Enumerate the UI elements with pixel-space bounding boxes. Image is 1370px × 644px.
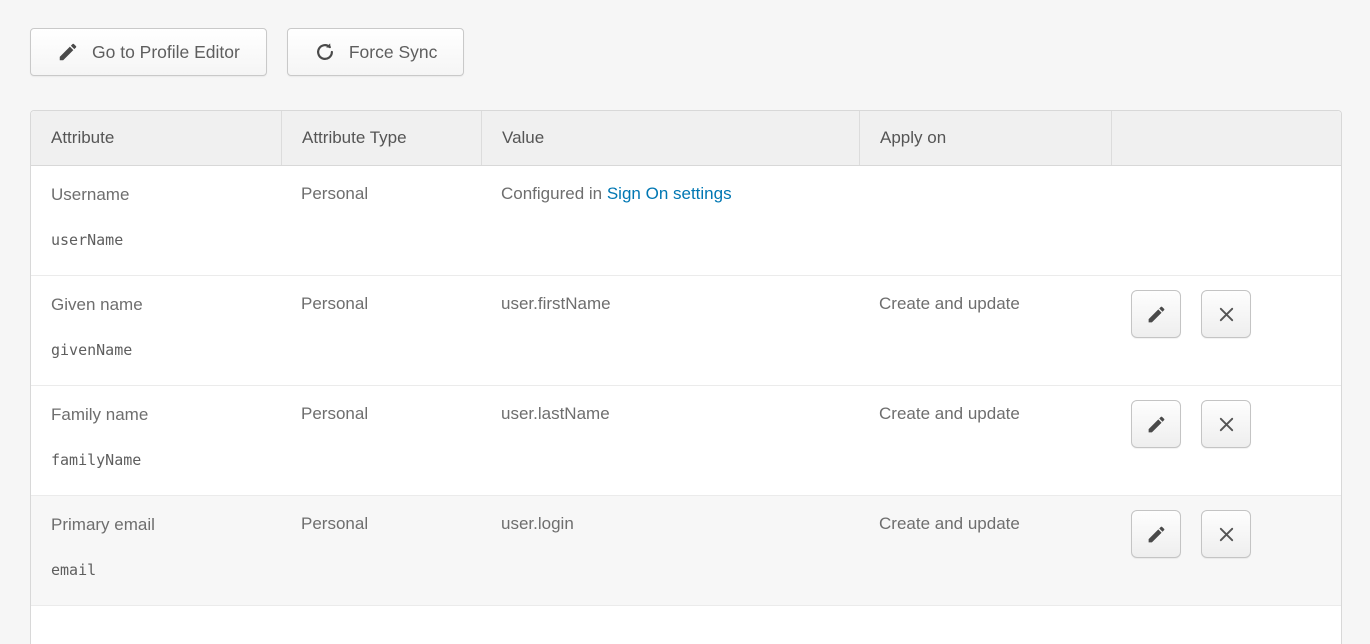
pencil-icon xyxy=(1146,304,1167,325)
edit-attribute-button[interactable] xyxy=(1131,510,1181,558)
value-prefix-text: Configured in xyxy=(501,184,607,203)
close-icon xyxy=(1216,524,1237,545)
value-cell: user.firstName xyxy=(481,276,859,385)
attribute-label: Primary email xyxy=(51,514,271,535)
attribute-type-cell: Personal xyxy=(281,386,481,495)
empty-row xyxy=(31,606,1341,644)
attribute-cell: Given name givenName xyxy=(31,276,281,385)
table-row: Username userName Personal Configured in… xyxy=(31,166,1341,276)
attribute-label: Given name xyxy=(51,294,271,315)
attribute-type-value: Personal xyxy=(301,184,368,203)
apply-on-cell: Create and update xyxy=(859,496,1111,605)
table-header-row: AttributeAttribute TypeValueApply on xyxy=(31,111,1341,166)
edit-attribute-button[interactable] xyxy=(1131,290,1181,338)
apply-on-value: Create and update xyxy=(879,404,1020,423)
value-cell: user.login xyxy=(481,496,859,605)
attribute-type-value: Personal xyxy=(301,514,368,533)
attribute-variable-name: email xyxy=(51,561,271,579)
apply-on-cell: Create and update xyxy=(859,276,1111,385)
close-icon xyxy=(1216,414,1237,435)
force-sync-button[interactable]: Force Sync xyxy=(287,28,465,76)
column-header-attribute: Attribute xyxy=(31,111,281,165)
force-sync-label: Force Sync xyxy=(349,42,438,63)
table-row: Primary email email Personal user.login … xyxy=(31,496,1341,606)
attribute-type-value: Personal xyxy=(301,404,368,423)
pencil-icon xyxy=(57,41,79,63)
attribute-type-cell: Personal xyxy=(281,496,481,605)
delete-attribute-button[interactable] xyxy=(1201,400,1251,448)
toolbar: Go to Profile Editor Force Sync xyxy=(30,28,464,76)
attribute-mappings-page: Go to Profile Editor Force Sync Attribut… xyxy=(0,0,1370,644)
attribute-variable-name: userName xyxy=(51,231,271,249)
actions-cell xyxy=(1111,386,1341,495)
apply-on-value: Create and update xyxy=(879,514,1020,533)
attribute-type-cell: Personal xyxy=(281,276,481,385)
attribute-type-cell: Personal xyxy=(281,166,481,275)
attribute-label: Family name xyxy=(51,404,271,425)
attribute-type-value: Personal xyxy=(301,294,368,313)
value-cell: Configured in Sign On settings xyxy=(481,166,859,275)
pencil-icon xyxy=(1146,414,1167,435)
apply-on-value: Create and update xyxy=(879,294,1020,313)
close-icon xyxy=(1216,304,1237,325)
value-text: user.lastName xyxy=(501,404,610,423)
value-text: user.login xyxy=(501,514,574,533)
table-row: Family name familyName Personal user.las… xyxy=(31,386,1341,496)
go-to-profile-editor-label: Go to Profile Editor xyxy=(92,42,240,63)
apply-on-cell xyxy=(859,166,1111,275)
attribute-cell: Family name familyName xyxy=(31,386,281,495)
sign-on-settings-link[interactable]: Sign On settings xyxy=(607,184,732,203)
attribute-cell: Username userName xyxy=(31,166,281,275)
apply-on-cell: Create and update xyxy=(859,386,1111,495)
edit-attribute-button[interactable] xyxy=(1131,400,1181,448)
attribute-variable-name: givenName xyxy=(51,341,271,359)
delete-attribute-button[interactable] xyxy=(1201,510,1251,558)
column-header-attribute-type: Attribute Type xyxy=(281,111,481,165)
attribute-variable-name: familyName xyxy=(51,451,271,469)
attribute-mappings-table: AttributeAttribute TypeValueApply on Use… xyxy=(30,110,1342,644)
refresh-icon xyxy=(314,41,336,63)
actions-cell xyxy=(1111,276,1341,385)
column-header-apply-on: Apply on xyxy=(859,111,1111,165)
value-cell: user.lastName xyxy=(481,386,859,495)
column-header-actions xyxy=(1111,111,1341,165)
attribute-label: Username xyxy=(51,184,271,205)
attribute-cell: Primary email email xyxy=(31,496,281,605)
pencil-icon xyxy=(1146,524,1167,545)
actions-cell xyxy=(1111,166,1341,275)
table-body: Username userName Personal Configured in… xyxy=(31,166,1341,606)
table-row: Given name givenName Personal user.first… xyxy=(31,276,1341,386)
actions-cell xyxy=(1111,496,1341,605)
delete-attribute-button[interactable] xyxy=(1201,290,1251,338)
column-header-value: Value xyxy=(481,111,859,165)
value-text: user.firstName xyxy=(501,294,611,313)
go-to-profile-editor-button[interactable]: Go to Profile Editor xyxy=(30,28,267,76)
